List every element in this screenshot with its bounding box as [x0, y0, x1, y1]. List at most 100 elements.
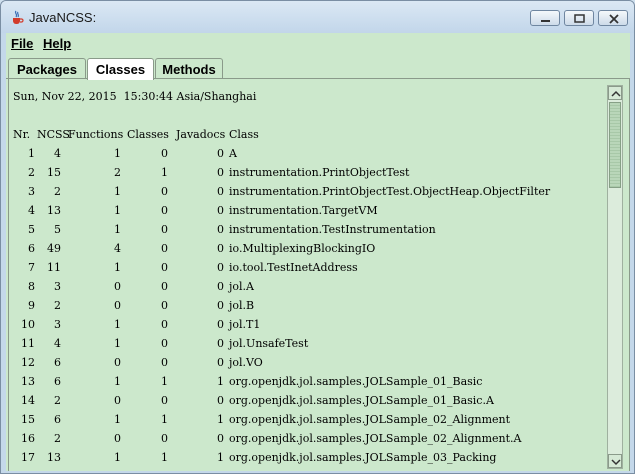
- table-row: 6 49 4 0 0 io.MultiplexingBlockingIO: [11, 242, 605, 257]
- cell-cls: instrumentation.PrintObjectTest.ObjectHe…: [229, 185, 551, 198]
- cell-ncss: 6: [54, 356, 61, 369]
- maximize-button[interactable]: [564, 10, 594, 26]
- tab-methods[interactable]: Methods: [155, 58, 223, 79]
- close-icon: [609, 14, 619, 24]
- cell-cls: org.openjdk.jol.samples.JOLSample_01_Bas…: [229, 375, 483, 388]
- cell-javadocs: 0: [217, 394, 224, 407]
- javancss-window: JavaNCSS: File Help Packages Classes Met…: [0, 0, 635, 474]
- header-functions: Functions: [68, 128, 124, 141]
- tab-packages[interactable]: Packages: [8, 58, 86, 79]
- cell-cls: instrumentation.TargetVM: [229, 204, 378, 217]
- cell-javadocs: 0: [217, 242, 224, 255]
- cell-cls: jol.A: [229, 280, 254, 293]
- cell-cls: io.MultiplexingBlockingIO: [229, 242, 376, 255]
- minimize-icon: [541, 20, 550, 22]
- cell-nr: 1: [28, 147, 35, 160]
- minimize-button[interactable]: [530, 10, 560, 26]
- report-text-area[interactable]: Sun, Nov 22, 2015 15:30:44 Asia/Shanghai…: [11, 85, 605, 469]
- cell-nr: 17: [21, 451, 35, 464]
- cell-classes: 0: [161, 394, 168, 407]
- table-row: 5 5 1 0 0 instrumentation.TestInstrumentation: [11, 223, 605, 238]
- cell-javadocs: 0: [217, 337, 224, 350]
- cell-functions: 0: [114, 394, 121, 407]
- cell-functions: 1: [114, 413, 121, 426]
- cell-classes: 1: [161, 166, 168, 179]
- cell-functions: 0: [114, 299, 121, 312]
- cell-nr: 9: [28, 299, 35, 312]
- cell-functions: 1: [114, 337, 121, 350]
- cell-nr: 14: [21, 394, 35, 407]
- menu-file[interactable]: File: [11, 36, 33, 51]
- cell-javadocs: 0: [217, 223, 224, 236]
- cell-classes: 0: [161, 261, 168, 274]
- table-row: 15 6 1 1 1 org.openjdk.jol.samples.JOLSample_…: [11, 413, 605, 428]
- cell-nr: 8: [28, 280, 35, 293]
- table-row: 17 13 1 1 1 org.openjdk.jol.samples.JOLSample…: [11, 451, 605, 466]
- menu-help[interactable]: Help: [43, 36, 71, 51]
- scroll-down-button[interactable]: [608, 454, 622, 468]
- scroll-thumb[interactable]: [609, 102, 621, 188]
- cell-classes: 0: [161, 337, 168, 350]
- cell-cls: jol.VO: [229, 356, 263, 369]
- table-row: 2 15 2 1 0 instrumentation.PrintObjectTest: [11, 166, 605, 181]
- cell-ncss: 2: [54, 394, 61, 407]
- java-cup-icon: [13, 10, 24, 24]
- vertical-scrollbar[interactable]: [607, 85, 623, 469]
- client-area: File Help Packages Classes Methods Sun, …: [6, 33, 630, 471]
- cell-nr: 15: [21, 413, 35, 426]
- cell-nr: 16: [21, 432, 35, 445]
- cell-cls: org.openjdk.jol.samples.JOLSample_02_Ali…: [229, 413, 511, 426]
- arrow-down-icon: [611, 459, 621, 466]
- report-date: Sun, Nov 22, 2015 15:30:44 Asia/Shanghai: [13, 90, 257, 103]
- scroll-up-button[interactable]: [608, 86, 622, 100]
- cell-nr: 5: [28, 223, 35, 236]
- table-row: 13 6 1 1 1 org.openjdk.jol.samples.JOLSample_…: [11, 375, 605, 390]
- cell-functions: 2: [114, 166, 121, 179]
- cell-ncss: 6: [54, 413, 61, 426]
- cell-ncss: 15: [47, 166, 61, 179]
- cell-classes: 0: [161, 280, 168, 293]
- close-button[interactable]: [598, 10, 628, 26]
- maximize-icon: [574, 14, 585, 23]
- cell-cls: instrumentation.TestInstrumentation: [229, 223, 436, 236]
- header-class: Class: [229, 128, 259, 141]
- cell-javadocs: 0: [217, 280, 224, 293]
- cell-javadocs: 1: [217, 413, 224, 426]
- menu-bar: File Help: [6, 33, 630, 55]
- cell-javadocs: 0: [217, 204, 224, 217]
- cell-functions: 0: [114, 280, 121, 293]
- cell-ncss: 13: [47, 451, 61, 464]
- cell-ncss: 5: [54, 223, 61, 236]
- cell-nr: 3: [28, 185, 35, 198]
- cell-ncss: 49: [47, 242, 61, 255]
- cell-nr: 7: [28, 261, 35, 274]
- cell-ncss: 3: [54, 280, 61, 293]
- tab-classes[interactable]: Classes: [87, 58, 154, 80]
- cell-cls: instrumentation.PrintObjectTest: [229, 166, 410, 179]
- cell-nr: 11: [21, 337, 35, 350]
- header-nr: Nr.: [13, 128, 31, 141]
- cell-cls: A: [229, 147, 237, 160]
- table-row: 4 13 1 0 0 instrumentation.TargetVM: [11, 204, 605, 219]
- cell-functions: 0: [114, 432, 121, 445]
- cell-classes: 0: [161, 356, 168, 369]
- header-classes: Classes: [127, 128, 169, 141]
- cell-ncss: 4: [54, 147, 61, 160]
- menu-help-label: Help: [43, 36, 72, 51]
- tab-methods-label: Methods: [162, 62, 216, 77]
- cell-cls: org.openjdk.jol.samples.JOLSample_02_Ali…: [229, 432, 522, 445]
- header-javadocs: Javadocs: [176, 128, 226, 141]
- title-bar[interactable]: JavaNCSS:: [1, 1, 634, 33]
- table-row: 11 4 1 0 0 jol.UnsafeTest: [11, 337, 605, 352]
- cell-classes: 1: [161, 451, 168, 464]
- cell-classes: 0: [161, 299, 168, 312]
- cell-functions: 1: [114, 204, 121, 217]
- cell-functions: 1: [114, 223, 121, 236]
- cell-ncss: 2: [54, 185, 61, 198]
- tab-classes-label: Classes: [95, 62, 146, 77]
- cell-classes: 1: [161, 413, 168, 426]
- cell-ncss: 3: [54, 318, 61, 331]
- classes-panel: Sun, Nov 22, 2015 15:30:44 Asia/Shanghai…: [8, 79, 630, 471]
- cell-functions: 1: [114, 318, 121, 331]
- cell-nr: 2: [28, 166, 35, 179]
